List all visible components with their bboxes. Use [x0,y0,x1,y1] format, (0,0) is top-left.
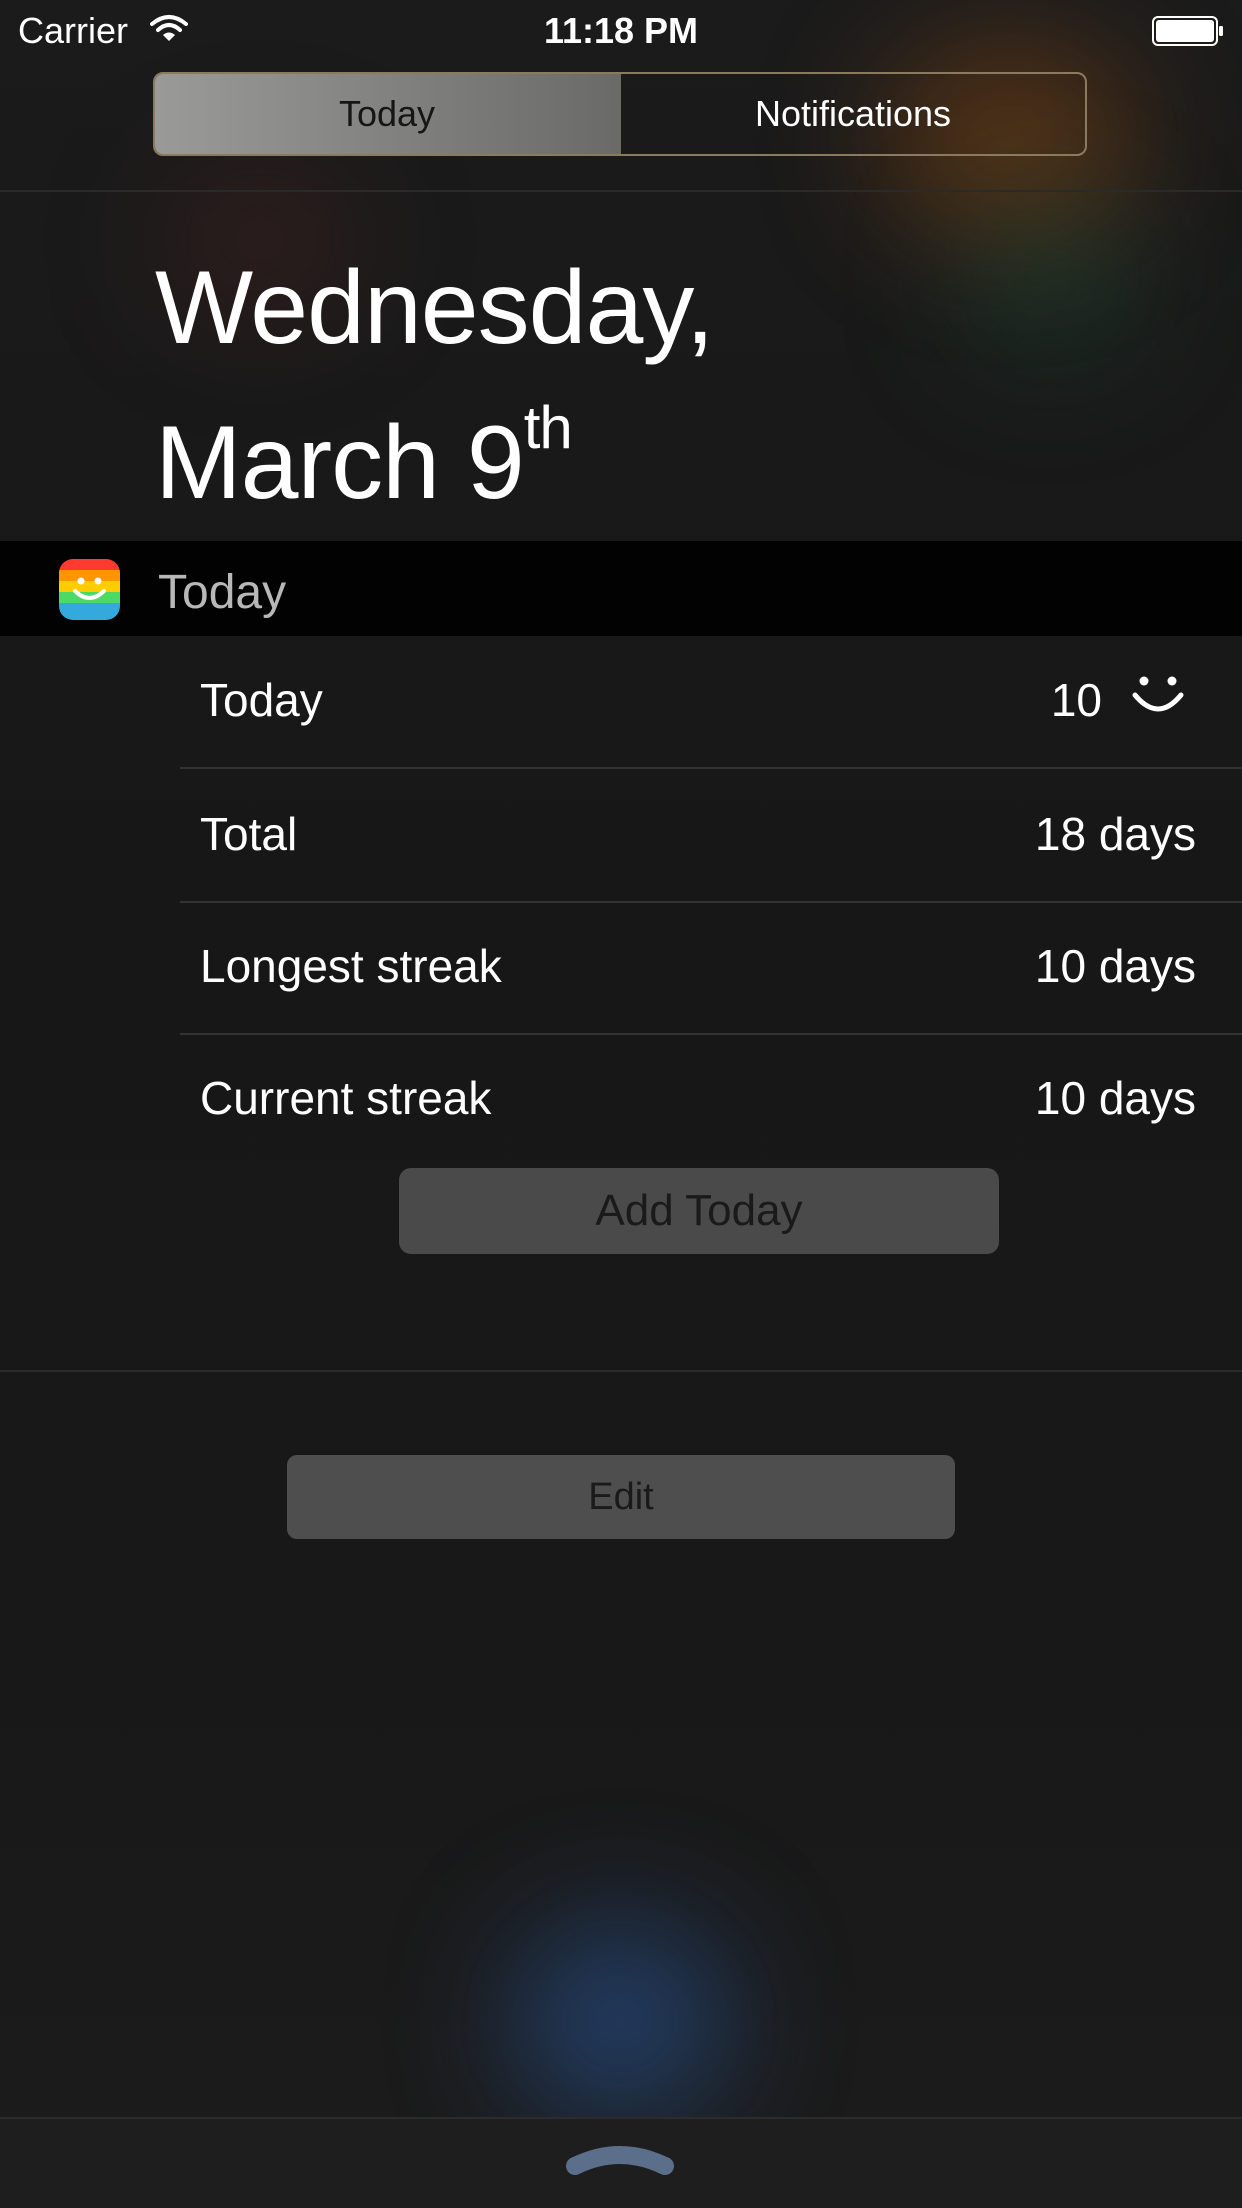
date-heading: Wednesday, March 9th [155,248,714,523]
stat-label: Current streak [200,1072,492,1124]
status-bar: Carrier 11:18 PM [0,0,1242,62]
divider [0,1370,1242,1372]
background-blur [510,1920,730,2120]
add-today-button[interactable]: Add Today [399,1168,999,1254]
divider [0,190,1242,192]
stat-label: Total [200,808,298,860]
rainbow-smile-app-icon [59,559,120,620]
status-time: 11:18 PM [543,10,699,51]
battery-full-icon [1152,16,1223,46]
widget-title: Today [158,566,287,619]
stat-row-longest-streak: Longest streak 10 days [180,903,1242,1035]
stat-label: Longest streak [200,940,502,992]
stat-value: 10 days [1034,1072,1196,1124]
view-segmented-control: Today Notifications [153,72,1087,156]
row-divider [180,767,1242,769]
date-month-day: March 9th [155,368,714,523]
stat-row-total: Total 18 days [180,771,1242,903]
chevron-up-icon[interactable] [565,2140,675,2176]
stat-value: 18 days [1034,808,1196,860]
background-blur [960,200,1140,360]
widget-header[interactable]: Today [0,541,1242,636]
date-ordinal-suffix: th [523,394,573,461]
edit-button[interactable]: Edit [287,1455,955,1539]
stat-value: 10 days [1034,940,1196,992]
date-weekday: Wednesday, [155,250,714,366]
tab-notifications[interactable]: Notifications [619,74,1085,154]
stat-label: Today [200,674,323,726]
tab-today[interactable]: Today [155,74,619,154]
notification-center: Carrier 11:18 PM Today Notifications Wed… [0,0,1242,2208]
stat-row-today: Today 10 [180,637,1242,769]
stat-value: 10 [1050,674,1102,726]
date-day: March 9 [155,405,525,521]
stat-row-current-streak: Current streak 10 days [180,1035,1242,1167]
smile-icon [1132,676,1184,712]
